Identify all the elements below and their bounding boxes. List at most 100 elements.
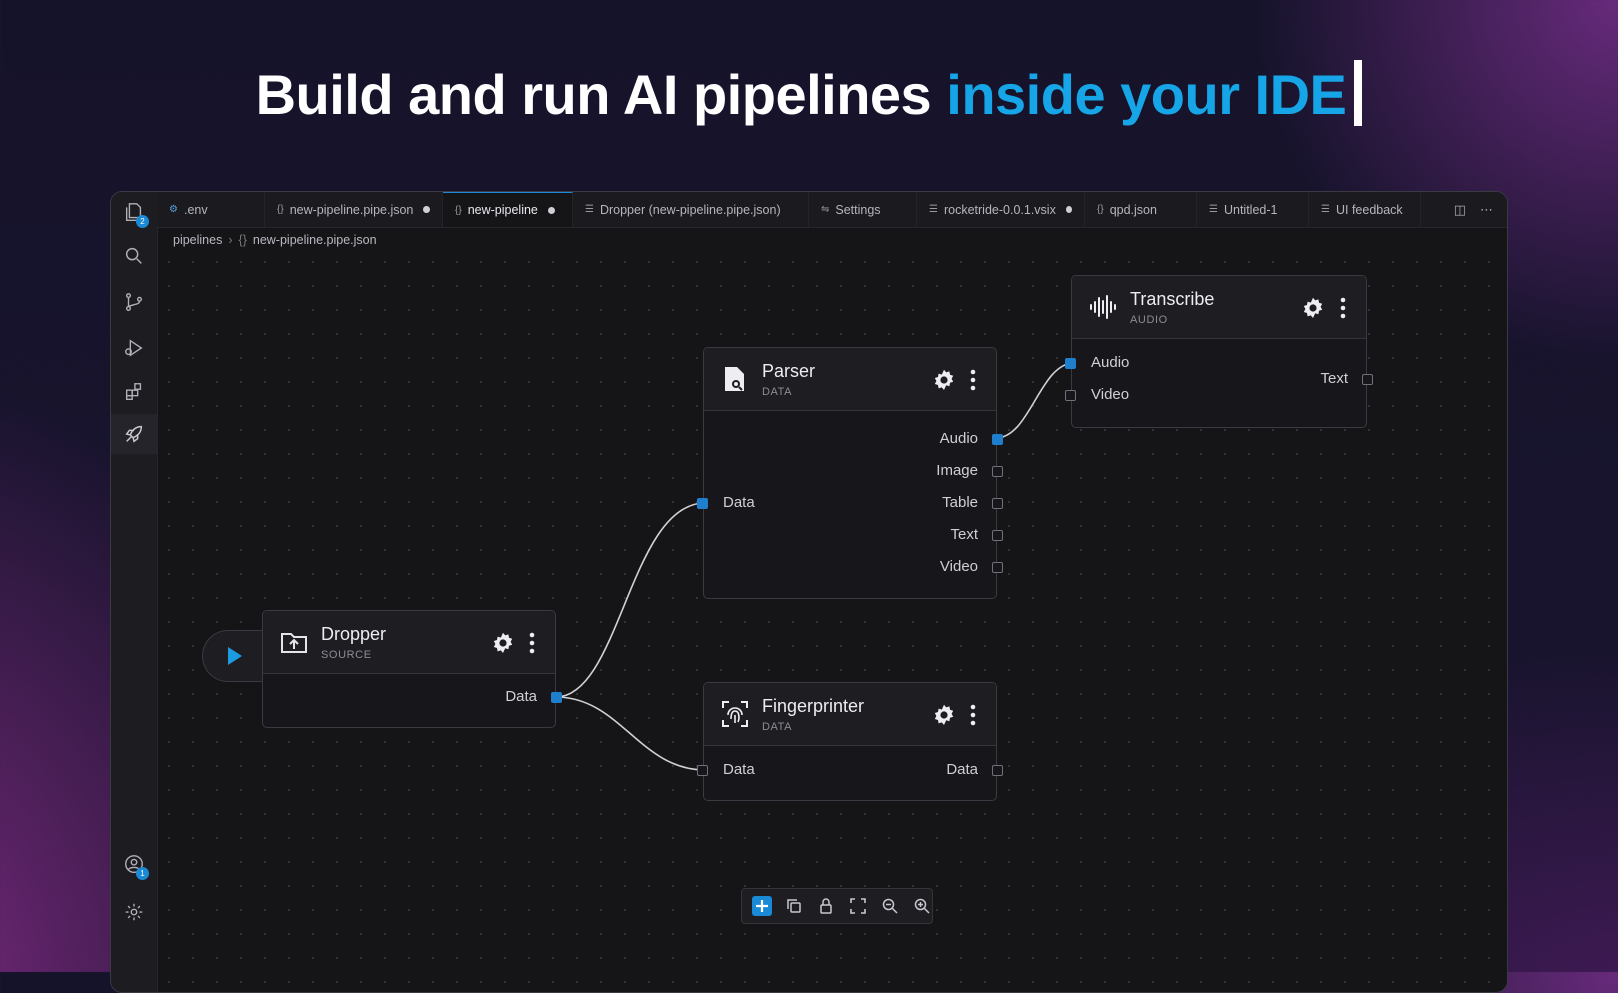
- sliders-icon: ⇋: [821, 204, 830, 215]
- copy-icon: [787, 899, 801, 913]
- run-debug-icon[interactable]: [111, 328, 157, 368]
- output-port-video[interactable]: [992, 562, 1003, 573]
- add-icon: [756, 900, 768, 912]
- more-vert-icon[interactable]: [970, 704, 976, 726]
- gear-icon[interactable]: [1301, 296, 1325, 320]
- fingerprint-icon: [722, 701, 748, 727]
- node-subtitle: DATA: [762, 386, 793, 398]
- node-header: Fingerprinter DATA: [704, 683, 996, 746]
- zoom-out-button[interactable]: [880, 896, 900, 916]
- tab-ui-feedback[interactable]: ☰ UI feedback: [1309, 192, 1421, 227]
- audio-waveform-icon: [1090, 295, 1116, 319]
- tab-qpd-json[interactable]: {} qpd.json: [1085, 192, 1197, 227]
- tab-settings[interactable]: ⇋ Settings: [809, 192, 917, 227]
- extensions-icon[interactable]: [111, 372, 157, 412]
- output-port-audio[interactable]: [992, 434, 1003, 445]
- modified-dot-icon: [1065, 206, 1072, 213]
- more-vert-icon[interactable]: [529, 632, 535, 654]
- node-title: Fingerprinter: [762, 696, 865, 716]
- braces-icon: {}: [455, 204, 462, 216]
- fit-view-button[interactable]: [848, 896, 868, 916]
- explorer-badge: 2: [136, 215, 149, 228]
- node-transcribe[interactable]: Transcribe AUDIO Audio Video Text: [1065, 275, 1373, 428]
- tab-label: new-pipeline: [467, 203, 538, 217]
- gear-icon: ⚙: [169, 204, 178, 215]
- output-port-text[interactable]: [992, 530, 1003, 541]
- tab-bar: ⚙ .env {} new-pipeline.pipe.json {} new-pip…: [157, 192, 1507, 228]
- tab-dropper[interactable]: ☰ Dropper (new-pipeline.pipe.json): [573, 192, 809, 227]
- output-port-table[interactable]: [992, 498, 1003, 509]
- port-label-audio: Audio: [939, 430, 978, 447]
- node-subtitle: SOURCE: [321, 649, 372, 661]
- chevron-right-icon: ›: [228, 233, 233, 247]
- input-port-video[interactable]: [1065, 390, 1076, 401]
- node-dropper[interactable]: Dropper SOURCE Data: [262, 610, 562, 728]
- add-node-button[interactable]: [752, 896, 772, 916]
- node-header: Transcribe AUDIO: [1072, 276, 1366, 339]
- braces-icon: {}: [1097, 204, 1104, 215]
- lines-icon: ☰: [585, 204, 594, 215]
- zoom-out-icon: [882, 898, 898, 914]
- search-icon[interactable]: [111, 236, 157, 276]
- tab-env[interactable]: ⚙ .env: [157, 192, 265, 227]
- source-control-icon[interactable]: [111, 282, 157, 322]
- output-port[interactable]: [551, 692, 562, 703]
- output-port[interactable]: [992, 765, 1003, 776]
- accounts-badge: 1: [136, 867, 149, 880]
- input-port[interactable]: [697, 765, 708, 776]
- port-label-input: Data: [723, 494, 755, 511]
- copy-button[interactable]: [784, 896, 804, 916]
- input-port-audio[interactable]: [1065, 358, 1076, 369]
- braces-icon: {}: [277, 204, 284, 215]
- split-editor-icon[interactable]: ◫: [1454, 202, 1466, 218]
- tab-label: Dropper (new-pipeline.pipe.json): [599, 202, 781, 217]
- node-parser[interactable]: Parser DATA Data Audio Image Table Text …: [697, 347, 1003, 599]
- headline: Build and run AI pipelines inside your I…: [0, 60, 1618, 127]
- tab-label: .env: [183, 202, 208, 217]
- breadcrumb-folder[interactable]: pipelines: [173, 233, 222, 247]
- tab-untitled[interactable]: ☰ Untitled-1: [1197, 192, 1309, 227]
- input-port[interactable]: [697, 498, 708, 509]
- modified-dot-icon: [547, 206, 555, 214]
- more-actions-icon[interactable]: ⋯: [1480, 202, 1493, 218]
- lines-icon: ☰: [1321, 204, 1330, 215]
- lock-icon: [820, 898, 832, 914]
- headline-text: Build and run AI pipelines: [255, 63, 947, 126]
- explorer-icon[interactable]: 2: [111, 192, 157, 232]
- lock-button[interactable]: [816, 896, 836, 916]
- activity-bar: 2 1: [111, 192, 158, 992]
- gear-icon[interactable]: [932, 368, 956, 392]
- accounts-icon[interactable]: 1: [111, 844, 157, 884]
- text-cursor: [1354, 60, 1363, 126]
- node-subtitle: AUDIO: [1130, 314, 1168, 326]
- tab-new-pipeline-json[interactable]: {} new-pipeline.pipe.json: [265, 192, 443, 227]
- run-pipeline-button[interactable]: [202, 630, 262, 682]
- tab-rocketride-vsix[interactable]: ☰ rocketride-0.0.1.vsix: [917, 192, 1085, 227]
- more-vert-icon[interactable]: [970, 369, 976, 391]
- node-fingerprinter[interactable]: Fingerprinter DATA Data Data: [697, 682, 1003, 801]
- tab-label: Untitled-1: [1223, 202, 1278, 217]
- node-title: Dropper: [321, 624, 387, 644]
- tab-label: new-pipeline.pipe.json: [289, 202, 414, 217]
- node-header: Parser DATA: [704, 348, 996, 411]
- node-header: Dropper SOURCE: [263, 611, 555, 674]
- gear-icon[interactable]: [491, 631, 515, 655]
- port-label-output: Data: [946, 761, 978, 778]
- manage-gear-icon[interactable]: [111, 892, 157, 932]
- zoom-in-button[interactable]: [912, 896, 932, 916]
- tab-new-pipeline[interactable]: {} new-pipeline: [443, 192, 573, 227]
- lines-icon: ☰: [929, 204, 938, 215]
- breadcrumb: pipelines › {} new-pipeline.pipe.json: [173, 233, 377, 247]
- canvas-toolbar: [741, 888, 933, 924]
- node-title: Transcribe: [1130, 289, 1215, 309]
- port-label-audio: Audio: [1091, 354, 1130, 371]
- tab-label: Settings: [835, 202, 881, 217]
- output-port-text[interactable]: [1362, 374, 1373, 385]
- rocket-icon[interactable]: [111, 414, 157, 454]
- breadcrumb-file[interactable]: new-pipeline.pipe.json: [253, 233, 377, 247]
- port-label-table: Table: [942, 494, 978, 511]
- gear-icon[interactable]: [932, 703, 956, 727]
- more-vert-icon[interactable]: [1340, 297, 1346, 319]
- port-label-output: Text: [1320, 370, 1348, 387]
- output-port-image[interactable]: [992, 466, 1003, 477]
